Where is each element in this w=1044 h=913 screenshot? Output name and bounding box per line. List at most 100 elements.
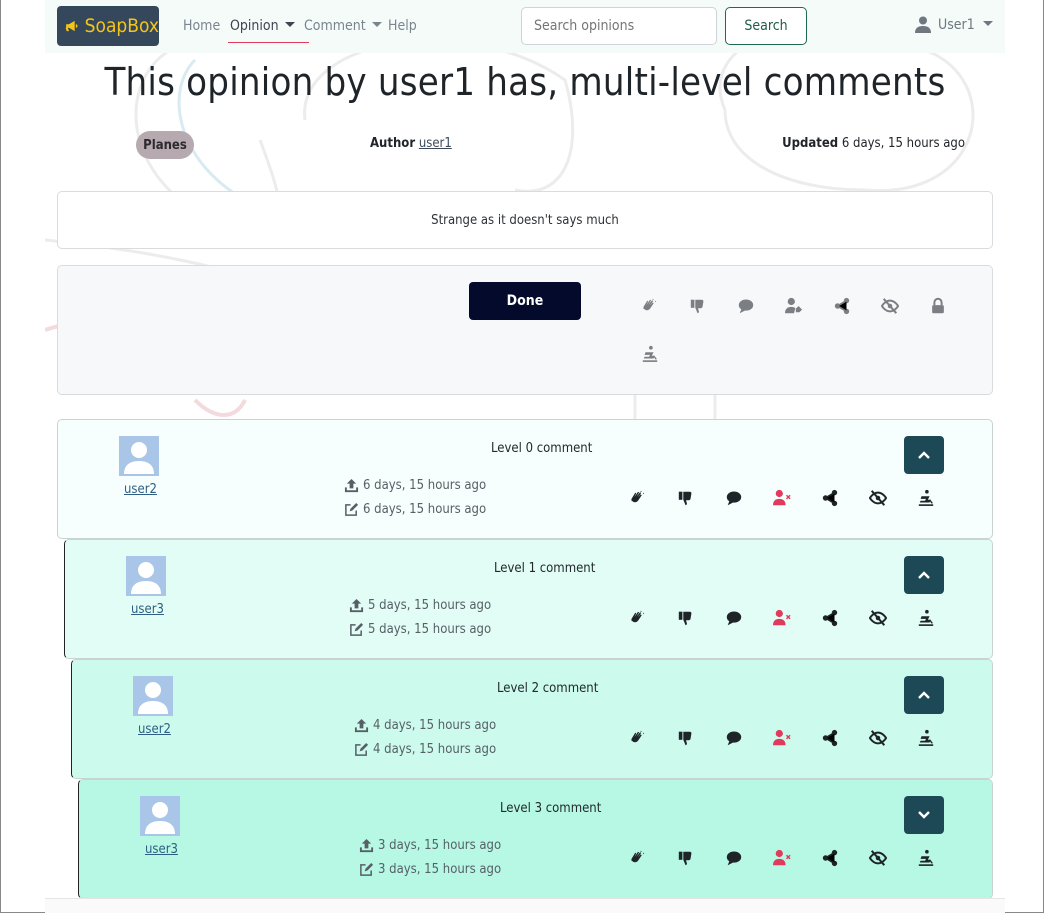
comment-created-text: 4 days, 15 hours ago (373, 718, 497, 733)
search-input[interactable] (521, 7, 717, 45)
thumbs-down-comment-action[interactable] (676, 608, 696, 628)
lock-action-icon[interactable] (928, 296, 948, 316)
comment-updated-text: 5 days, 15 hours ago (368, 622, 492, 637)
hide-icon (881, 298, 899, 314)
report-comment-action[interactable] (916, 488, 936, 508)
comment-updated-text: 3 days, 15 hours ago (378, 862, 502, 877)
avatar[interactable] (126, 556, 166, 596)
share-action-icon[interactable] (832, 296, 852, 316)
comment-user-link[interactable]: user2 (124, 482, 157, 497)
share-comment-action[interactable] (820, 728, 840, 748)
thumbs-down-comment-action[interactable] (676, 488, 696, 508)
clap-comment-action[interactable] (628, 608, 648, 628)
hide-comment-action[interactable] (868, 488, 888, 508)
caret-down-icon (982, 20, 993, 26)
search-button[interactable]: Search (725, 7, 807, 45)
share-icon (822, 849, 838, 867)
thumbs-down-action-icon[interactable] (688, 296, 708, 316)
author-link[interactable]: user1 (419, 136, 452, 151)
user-block-comment-action[interactable] (772, 488, 792, 508)
comment-comment-action[interactable] (724, 728, 744, 748)
collapse-button[interactable] (904, 436, 944, 474)
caret-down-icon (284, 22, 295, 27)
upload-icon (354, 718, 369, 733)
expand-button[interactable] (904, 796, 944, 834)
thumbs-down-icon (690, 299, 704, 314)
edit-icon (360, 862, 374, 876)
chevron-up-icon (918, 691, 930, 699)
clap-comment-action[interactable] (628, 728, 648, 748)
report-icon (918, 849, 934, 866)
user-follow-action-icon[interactable] (784, 296, 804, 316)
comment-user-link[interactable]: user3 (145, 842, 178, 857)
avatar-icon (138, 682, 168, 714)
lock-icon (932, 297, 944, 314)
comment-user-link[interactable]: user2 (138, 722, 171, 737)
clap-action-icon[interactable] (640, 296, 660, 316)
comment-user-link[interactable]: user3 (131, 602, 164, 617)
share-icon (834, 297, 850, 315)
hide-comment-action[interactable] (868, 608, 888, 628)
hide-comment-action[interactable] (868, 728, 888, 748)
thumbs-down-icon (678, 851, 692, 866)
comment-updated: 5 days, 15 hours ago (349, 622, 491, 637)
collapse-button[interactable] (904, 556, 944, 594)
share-comment-action[interactable] (820, 848, 840, 868)
clap-comment-action[interactable] (628, 848, 648, 868)
report-icon (918, 729, 934, 746)
comment-comment-action[interactable] (724, 848, 744, 868)
collapse-button[interactable] (904, 676, 944, 714)
report-comment-action[interactable] (916, 728, 936, 748)
report-action-icon[interactable] (640, 344, 660, 364)
upload-icon (359, 838, 374, 853)
report-icon (642, 345, 658, 362)
done-button[interactable]: Done (469, 282, 581, 320)
hide-icon (869, 730, 887, 746)
comment-icon (726, 731, 742, 746)
hide-action-icon[interactable] (880, 296, 900, 316)
hide-comment-action[interactable] (868, 848, 888, 868)
share-icon (822, 609, 838, 627)
edit-icon (345, 502, 359, 516)
user-block-comment-action[interactable] (772, 728, 792, 748)
clap-icon (643, 298, 657, 311)
chevron-down-icon (918, 811, 930, 819)
avatar[interactable] (119, 436, 159, 476)
nav-help[interactable]: Help (388, 17, 417, 35)
clap-icon (631, 850, 645, 863)
brand-logo[interactable]: SoapBox (57, 6, 159, 46)
nav-comment-label: Comment (304, 18, 366, 34)
thumbs-down-comment-action[interactable] (676, 848, 696, 868)
share-comment-action[interactable] (820, 488, 840, 508)
user-block-comment-action[interactable] (772, 608, 792, 628)
clap-icon (631, 730, 645, 743)
upload-icon (344, 478, 359, 493)
caret-down-icon (371, 22, 382, 27)
comment-card: user2 Level 0 comment 6 days, 15 hours ago… (57, 419, 993, 539)
report-comment-action[interactable] (916, 608, 936, 628)
navbar: SoapBox Home Opinion Comment Help Search… (45, 0, 1005, 53)
category-badge[interactable]: Planes (136, 131, 194, 159)
avatar[interactable] (140, 796, 180, 836)
comment-card: user3 Level 1 comment 5 days, 15 hours ago… (64, 539, 993, 659)
user-block-comment-action[interactable] (772, 848, 792, 868)
nav-comment[interactable]: Comment (304, 17, 382, 35)
comment-text: Level 0 comment (491, 441, 593, 456)
updated-label: Updated (782, 136, 839, 151)
share-comment-action[interactable] (820, 608, 840, 628)
thumbs-down-comment-action[interactable] (676, 728, 696, 748)
avatar[interactable] (133, 676, 173, 716)
report-icon (918, 489, 934, 506)
comment-created-text: 5 days, 15 hours ago (368, 598, 492, 613)
nav-home[interactable]: Home (183, 17, 220, 35)
report-comment-action[interactable] (916, 848, 936, 868)
comment-comment-action[interactable] (724, 488, 744, 508)
comment-action-icon[interactable] (736, 296, 756, 316)
user-menu[interactable]: User1 (915, 16, 993, 33)
comment-comment-action[interactable] (724, 608, 744, 628)
clap-comment-action[interactable] (628, 488, 648, 508)
comment-created: 4 days, 15 hours ago (354, 718, 496, 733)
nav-opinion[interactable]: Opinion (228, 17, 309, 43)
comment-updated-text: 4 days, 15 hours ago (373, 742, 497, 757)
opinion-title: This opinion by user1 has, multi-level c… (104, 60, 946, 104)
